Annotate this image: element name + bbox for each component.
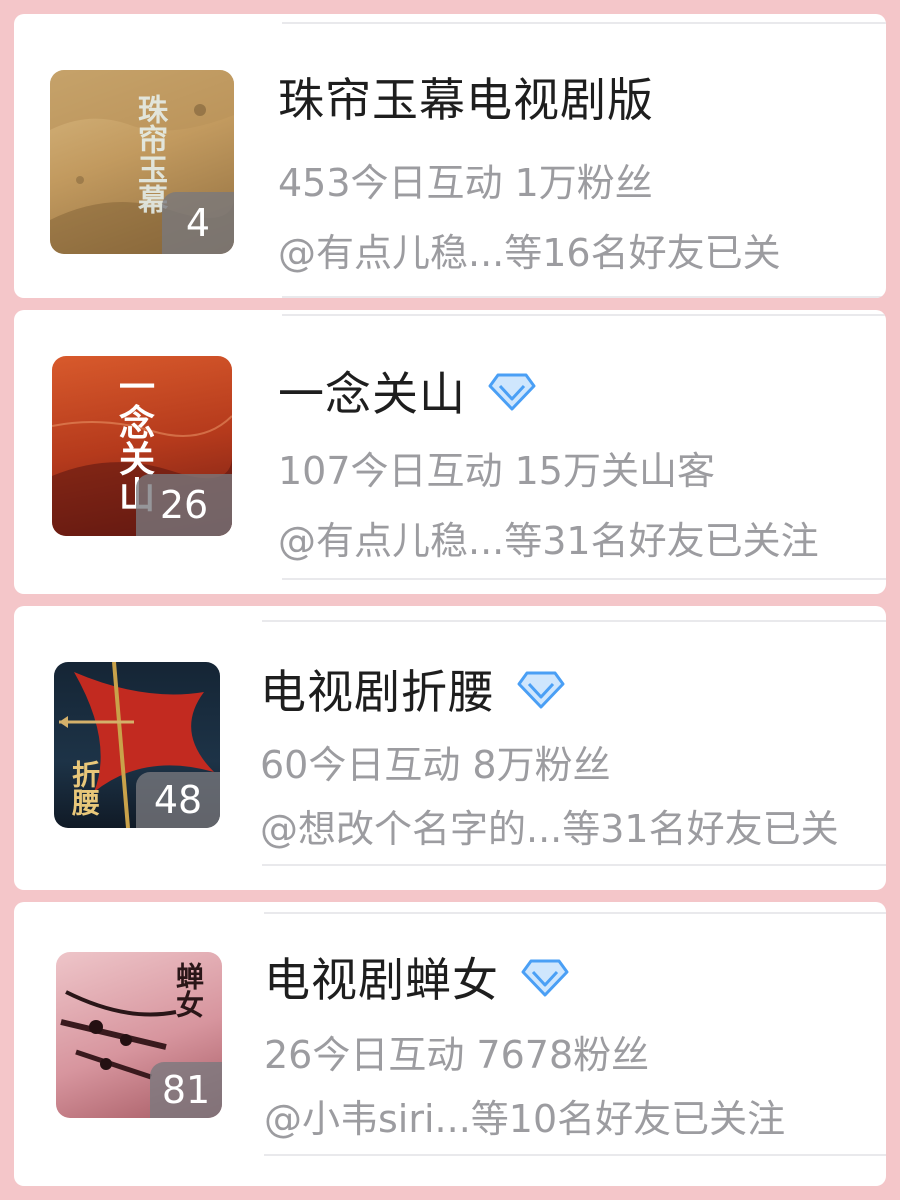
divider	[262, 620, 886, 622]
update-count-badge: 81	[150, 1062, 222, 1118]
topic-stats: 60今日互动 8万粉丝	[260, 743, 611, 787]
topic-title[interactable]: 电视剧折腰	[260, 656, 565, 722]
friends-following: @有点儿稳...等16名好友已关	[278, 231, 781, 275]
topic-cover-image[interactable]: 折腰 48	[54, 662, 220, 828]
cover-title-text: 折腰	[68, 760, 101, 816]
divider	[282, 578, 886, 580]
update-count-badge: 48	[136, 772, 220, 828]
topic-card[interactable]: 一念关山 26 一念关山 107今日互动 15万关山客 @有点儿稳...等31名…	[14, 310, 886, 594]
topic-title[interactable]: 珠帘玉幕电视剧版	[278, 64, 654, 130]
topic-card[interactable]: 蝉女 81 电视剧蝉女 26今日互动 7678粉丝 @小韦siri...等10名…	[14, 902, 886, 1186]
update-count-badge: 26	[136, 474, 232, 536]
divider	[262, 864, 886, 866]
friends-following: @想改个名字的...等31名好友已关	[260, 807, 839, 851]
topic-stats: 26今日互动 7678粉丝	[264, 1033, 650, 1077]
topic-cover-image[interactable]: 珠帘玉幕 4	[50, 70, 234, 254]
topic-cover-image[interactable]: 一念关山 26	[52, 356, 232, 536]
topic-stats: 107今日互动 15万关山客	[278, 449, 715, 493]
update-count-badge: 4	[162, 192, 234, 254]
topic-title-text: 一念关山	[278, 367, 466, 421]
verified-diamond-icon	[517, 671, 565, 709]
friends-following: @小韦siri...等10名好友已关注	[264, 1097, 786, 1141]
divider	[282, 22, 886, 24]
topic-cover-image[interactable]: 蝉女 81	[56, 952, 222, 1118]
friends-following: @有点儿稳...等31名好友已关注	[278, 519, 819, 563]
topic-title[interactable]: 电视剧蝉女	[264, 944, 569, 1010]
topic-title-text: 电视剧折腰	[260, 665, 495, 719]
topic-title-text: 珠帘玉幕电视剧版	[278, 73, 654, 127]
divider	[282, 296, 886, 298]
cover-title-text: 蝉女	[172, 962, 205, 1018]
cover-title-text: 珠帘玉幕	[132, 94, 167, 214]
divider	[282, 314, 886, 316]
topic-stats: 453今日互动 1万粉丝	[278, 161, 653, 205]
topic-card[interactable]: 珠帘玉幕 4 珠帘玉幕电视剧版 453今日互动 1万粉丝 @有点儿稳...等16…	[14, 14, 886, 298]
topic-title-text: 电视剧蝉女	[264, 953, 499, 1007]
topic-card[interactable]: 折腰 48 电视剧折腰 60今日互动 8万粉丝 @想改个名字的...等31名好友…	[14, 606, 886, 890]
verified-diamond-icon	[488, 373, 536, 411]
verified-diamond-icon	[521, 959, 569, 997]
topic-title[interactable]: 一念关山	[278, 358, 536, 424]
divider	[264, 1154, 886, 1156]
divider	[264, 912, 886, 914]
